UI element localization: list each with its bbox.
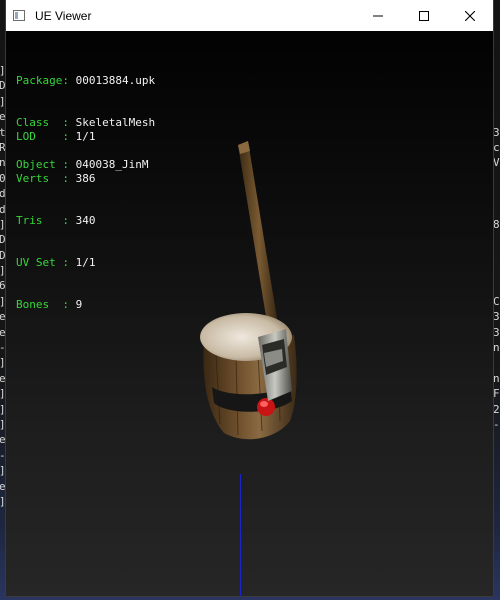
background-text-char <box>493 202 500 217</box>
background-text-char: 8 <box>493 217 500 231</box>
info-row-package: Package: 00013884.upk <box>16 74 155 88</box>
background-text-char: - <box>493 417 500 431</box>
window-title: UE Viewer <box>35 8 92 23</box>
mesh-stats-panel: LOD : 1/1 Verts : 386 Tris : 340 UV Set … <box>16 102 95 340</box>
background-text-char <box>493 63 500 78</box>
background-text-char <box>493 232 500 247</box>
info-label: Verts : <box>16 172 76 185</box>
background-text-char: n <box>493 371 500 385</box>
info-label: UV Set : <box>16 256 76 269</box>
background-text-char <box>493 94 500 109</box>
background-text-char: 3 <box>493 310 500 324</box>
background-text-char: 3 <box>493 125 500 139</box>
vertical-axis-line <box>240 474 241 596</box>
info-row-tris: Tris : 340 <box>16 214 95 228</box>
info-row-bones: Bones : 9 <box>16 298 95 312</box>
background-text-char <box>493 109 500 124</box>
background-text-char <box>493 355 500 370</box>
background-text-char: 3 <box>493 325 500 339</box>
title-bar[interactable]: UE Viewer <box>6 0 493 31</box>
info-value: 1/1 <box>75 256 96 269</box>
close-button[interactable] <box>447 0 493 31</box>
minimize-icon <box>373 15 383 16</box>
background-text-char <box>493 278 500 293</box>
info-value: 340 <box>75 214 96 227</box>
background-text-char: C <box>493 294 500 308</box>
background-text-char <box>493 448 500 463</box>
background-text-char <box>493 494 500 509</box>
desktop-background: ]D]etRn0dd]DD]6]ee-]e]]]e-]e] 3cV8C33nnF… <box>0 0 500 600</box>
close-icon <box>465 10 475 21</box>
background-text-char <box>493 432 500 447</box>
info-value: 9 <box>75 298 83 311</box>
minimize-button[interactable] <box>355 0 401 31</box>
background-text-char <box>493 248 500 263</box>
mallet-handle <box>238 141 280 341</box>
background-text-char: 2 <box>493 402 500 416</box>
info-row-lod: LOD : 1/1 <box>16 130 95 144</box>
info-row-verts: Verts : 386 <box>16 172 95 186</box>
info-value: 00013884.upk <box>75 74 156 87</box>
info-label: LOD : <box>16 130 76 143</box>
info-label: Bones : <box>16 298 76 311</box>
background-window-right-edge: 3cV8C33nnF2- <box>493 63 500 525</box>
background-text-char: n <box>493 341 500 355</box>
ue-viewer-window: UE Viewer Package: 00013884.upk Class: … <box>6 0 493 596</box>
background-text-char <box>493 463 500 478</box>
info-row-uvset: UV Set : 1/1 <box>16 256 95 270</box>
info-value: 386 <box>75 172 96 185</box>
red-gem <box>257 398 275 416</box>
background-text-char <box>493 263 500 278</box>
app-window-icon[interactable] <box>13 10 25 21</box>
info-label: Package: <box>16 74 76 87</box>
background-text-char <box>493 186 500 201</box>
background-text-char <box>493 509 500 524</box>
3d-viewport[interactable]: Package: 00013884.upk Class : SkeletalMe… <box>6 31 493 596</box>
background-text-char <box>493 171 500 186</box>
background-text-char <box>493 78 500 93</box>
skeletal-mesh-model[interactable] <box>186 139 306 444</box>
info-label: Tris : <box>16 214 76 227</box>
maximize-icon <box>419 10 429 21</box>
background-text-char: c <box>493 140 500 154</box>
maximize-button[interactable] <box>401 0 447 31</box>
background-text-char: V <box>493 156 500 170</box>
background-text-char <box>493 479 500 494</box>
background-text-char: F <box>493 387 500 401</box>
info-value: 1/1 <box>75 130 96 143</box>
